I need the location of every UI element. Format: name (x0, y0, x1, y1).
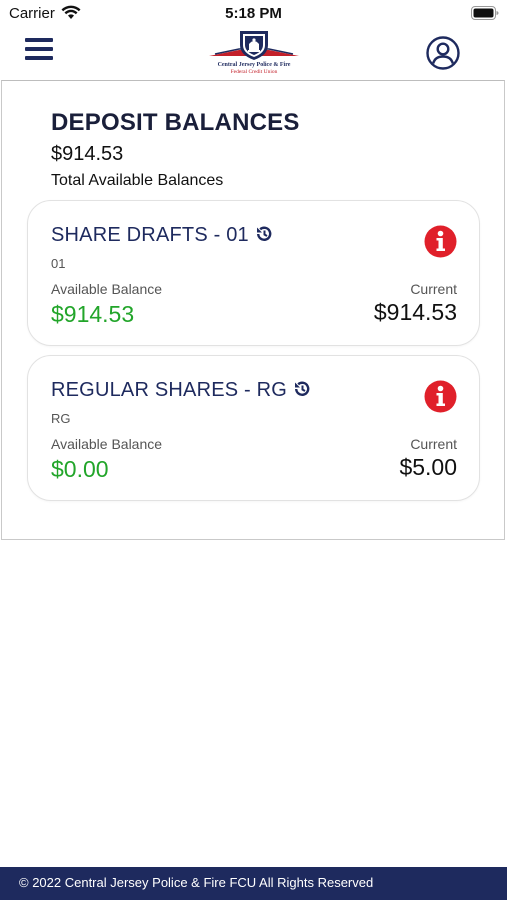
account-suffix: 01 (51, 256, 66, 271)
hamburger-menu-icon[interactable] (25, 38, 53, 60)
available-balance-label: Available Balance (51, 281, 163, 297)
account-name-label: REGULAR SHARES - RG (51, 379, 288, 401)
current-balance-value: $5.00 (399, 454, 457, 480)
credit-union-logo: Central Jersey Police & Fire Federal Cre… (207, 28, 301, 78)
info-icon[interactable] (424, 225, 457, 258)
page-title: DEPOSIT BALANCES (51, 109, 300, 136)
logo-subtitle: Federal Credit Union (230, 69, 278, 75)
current-balance-label: Current (410, 281, 457, 297)
account-card-share-drafts[interactable]: SHARE DRAFTS - 01 01 Available Balance $… (27, 200, 480, 346)
available-balance-label: Available Balance (51, 436, 163, 452)
current-balance-label: Current (410, 436, 457, 452)
account-name-label: SHARE DRAFTS - 01 (51, 224, 249, 246)
battery-icon (471, 6, 499, 20)
available-balance-value: $0.00 (51, 456, 109, 482)
current-balance-value: $914.53 (373, 299, 457, 325)
user-profile-icon[interactable] (426, 36, 460, 70)
account-suffix: RG (51, 411, 71, 426)
history-icon[interactable] (255, 225, 273, 243)
history-icon[interactable] (293, 380, 311, 398)
status-time: 5:18 PM (225, 5, 282, 22)
info-icon[interactable] (424, 380, 457, 413)
copyright-text: © 2022 Central Jersey Police & Fire FCU … (19, 875, 374, 890)
account-name[interactable]: SHARE DRAFTS - 01 (51, 224, 273, 247)
total-balance-amount: $914.53 (51, 143, 124, 165)
footer: © 2022 Central Jersey Police & Fire FCU … (0, 867, 507, 900)
available-balance-value: $914.53 (51, 301, 135, 327)
account-card-regular-shares[interactable]: REGULAR SHARES - RG RG Available Balance… (27, 355, 480, 501)
app-header: Central Jersey Police & Fire Federal Cre… (0, 28, 507, 80)
total-balance-label: Total Available Balances (51, 172, 224, 189)
account-name[interactable]: REGULAR SHARES - RG (51, 379, 311, 402)
logo-emblem (209, 31, 299, 60)
status-bar: Carrier 5:18 PM (0, 0, 507, 28)
logo-name: Central Jersey Police & Fire (217, 62, 291, 68)
